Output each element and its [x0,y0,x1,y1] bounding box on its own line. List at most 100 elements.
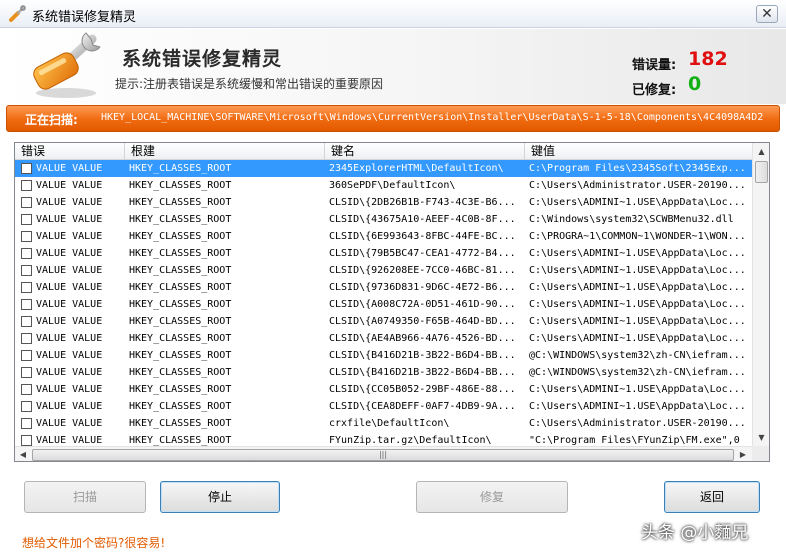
row-checkbox[interactable] [21,367,32,378]
table-row[interactable]: VALUE VALUE HKEY_CLASSES_ROOT CLSID\{B416D… [15,364,752,381]
cell-value: C:\Users\ADMINI~1.USE\AppData\Loc... [529,384,746,395]
cell-root: HKEY_CLASSES_ROOT [129,197,232,208]
scroll-down-icon[interactable]: ▼ [753,429,769,446]
list-body: VALUE VALUE HKEY_CLASSES_ROOT 2345Explorer… [15,160,752,447]
cell-error: VALUE VALUE [36,197,103,208]
cell-key: CLSID\{79B5BC47-CEA1-4772-B4... [329,248,516,259]
horizontal-scroll-thumb[interactable]: ||| [32,449,734,461]
cell-root: HKEY_CLASSES_ROOT [129,299,232,310]
cell-error: VALUE VALUE [36,435,103,446]
row-checkbox[interactable] [21,197,32,208]
cell-key: CLSID\{9736D831-9D6C-4E72-B6... [329,282,516,293]
list-header: 错误 根建 键名 键值 [15,143,752,160]
app-title: 系统错误修复精灵 [122,48,283,70]
scan-button[interactable]: 扫描 [24,481,146,513]
table-row[interactable]: VALUE VALUE HKEY_CLASSES_ROOT CLSID\{43675… [15,211,752,228]
cell-root: HKEY_CLASSES_ROOT [129,418,232,429]
scroll-left-icon[interactable]: ◀ [15,447,31,461]
cell-error: VALUE VALUE [36,384,103,395]
wrench-tool-icon [33,32,101,98]
cell-error: VALUE VALUE [36,163,103,174]
stop-button[interactable]: 停止 [160,481,280,513]
wrench-app-icon [9,5,26,22]
cell-value: C:\Users\Administrator.USER-20190... [529,418,746,429]
row-checkbox[interactable] [21,231,32,242]
cell-root: HKEY_CLASSES_ROOT [129,435,232,446]
table-row[interactable]: VALUE VALUE HKEY_CLASSES_ROOT CLSID\{6E993… [15,228,752,245]
cell-error: VALUE VALUE [36,248,103,259]
row-checkbox[interactable] [21,282,32,293]
cell-key: CLSID\{A0749350-F65B-464D-BD... [329,316,516,327]
scan-path: HKEY_LOCAL_MACHINE\SOFTWARE\Microsoft\Wi… [101,112,764,123]
table-row[interactable]: VALUE VALUE HKEY_CLASSES_ROOT CLSID\{92620… [15,262,752,279]
table-row[interactable]: VALUE VALUE HKEY_CLASSES_ROOT CLSID\{CEA8D… [15,398,752,415]
cell-key: CLSID\{AE4AB966-4A76-4526-BD... [329,333,516,344]
back-button[interactable]: 返回 [664,481,760,513]
row-checkbox[interactable] [21,333,32,344]
cell-root: HKEY_CLASSES_ROOT [129,180,232,191]
registry-error-list[interactable]: 错误 根建 键名 键值 VALUE VALUE HKEY_CLASSES_ROOT… [14,142,770,462]
cell-root: HKEY_CLASSES_ROOT [129,265,232,276]
cell-value: C:\Users\ADMINI~1.USE\AppData\Loc... [529,333,746,344]
column-header-error[interactable]: 错误 [15,143,125,160]
cell-key: 2345ExplorerHTML\DefaultIcon\ [329,163,504,174]
table-row[interactable]: VALUE VALUE HKEY_CLASSES_ROOT CLSID\{2DB26… [15,194,752,211]
vertical-scroll-thumb[interactable] [755,161,768,183]
vertical-scrollbar[interactable]: ▲ ▼ [752,143,769,446]
column-header-key[interactable]: 键名 [325,143,525,160]
cell-error: VALUE VALUE [36,265,103,276]
row-checkbox[interactable] [21,163,32,174]
table-row[interactable]: VALUE VALUE HKEY_CLASSES_ROOT CLSID\{AE4AB… [15,330,752,347]
cell-error: VALUE VALUE [36,418,103,429]
row-checkbox[interactable] [21,384,32,395]
cell-key: crxfile\DefaultIcon\ [329,418,450,429]
table-row[interactable]: VALUE VALUE HKEY_CLASSES_ROOT CLSID\{A008C… [15,296,752,313]
horizontal-scrollbar[interactable]: ◀ ||| ▶ [15,446,752,461]
close-button[interactable]: ✕ [756,5,778,23]
fixed-label: 已修复: [632,83,677,98]
scroll-right-icon[interactable]: ▶ [735,447,751,461]
row-checkbox[interactable] [21,265,32,276]
column-header-value[interactable]: 键值 [525,143,752,160]
window-title: 系统错误修复精灵 [32,10,137,25]
table-row[interactable]: VALUE VALUE HKEY_CLASSES_ROOT CLSID\{CC05B… [15,381,752,398]
cell-key: CLSID\{CEA8DEFF-0AF7-4DB9-9A... [329,401,516,412]
cell-root: HKEY_CLASSES_ROOT [129,350,232,361]
table-row[interactable]: VALUE VALUE HKEY_CLASSES_ROOT CLSID\{9736D… [15,279,752,296]
table-row[interactable]: VALUE VALUE HKEY_CLASSES_ROOT CLSID\{B416D… [15,347,752,364]
cell-value: C:\Users\ADMINI~1.USE\AppData\Loc... [529,316,746,327]
table-row[interactable]: VALUE VALUE HKEY_CLASSES_ROOT crxfile\Defa… [15,415,752,432]
cell-value: @C:\WINDOWS\system32\zh-CN\iefram... [529,367,746,378]
row-checkbox[interactable] [21,316,32,327]
table-row[interactable]: VALUE VALUE HKEY_CLASSES_ROOT CLSID\{A0749… [15,313,752,330]
cell-key: CLSID\{B416D21B-3B22-B6D4-BB... [329,367,516,378]
column-header-root[interactable]: 根建 [125,143,325,160]
row-checkbox[interactable] [21,350,32,361]
table-row[interactable]: VALUE VALUE HKEY_CLASSES_ROOT CLSID\{79B5B… [15,245,752,262]
scroll-up-icon[interactable]: ▲ [753,143,769,160]
table-row[interactable]: VALUE VALUE HKEY_CLASSES_ROOT 2345Explorer… [15,160,752,177]
row-checkbox[interactable] [21,214,32,225]
row-checkbox[interactable] [21,248,32,259]
cell-root: HKEY_CLASSES_ROOT [129,248,232,259]
cell-root: HKEY_CLASSES_ROOT [129,282,232,293]
table-row[interactable]: VALUE VALUE HKEY_CLASSES_ROOT 360SePDF\Def… [15,177,752,194]
cell-root: HKEY_CLASSES_ROOT [129,231,232,242]
cell-error: VALUE VALUE [36,214,103,225]
hint-text: 提示:注册表错误是系统缓慢和常出错误的重要原因 [115,77,384,91]
cell-value: C:\Users\ADMINI~1.USE\AppData\Loc... [529,282,746,293]
cell-value: C:\Users\Administrator.USER-20190... [529,180,746,191]
errors-label: 错误量: [632,58,677,73]
cell-error: VALUE VALUE [36,180,103,191]
row-checkbox[interactable] [21,401,32,412]
row-checkbox[interactable] [21,180,32,191]
repair-button[interactable]: 修复 [416,481,568,513]
row-checkbox[interactable] [21,435,32,446]
cell-error: VALUE VALUE [36,299,103,310]
row-checkbox[interactable] [21,299,32,310]
watermark: 头条 @小麵兄 [641,523,749,543]
row-checkbox[interactable] [21,418,32,429]
table-row[interactable]: VALUE VALUE HKEY_CLASSES_ROOT FYunZip.tar.… [15,432,752,447]
scan-status-bar: 正在扫描: HKEY_LOCAL_MACHINE\SOFTWARE\Micros… [6,105,780,132]
encrypt-file-link[interactable]: 想给文件加个密码?很容易! [22,534,165,551]
